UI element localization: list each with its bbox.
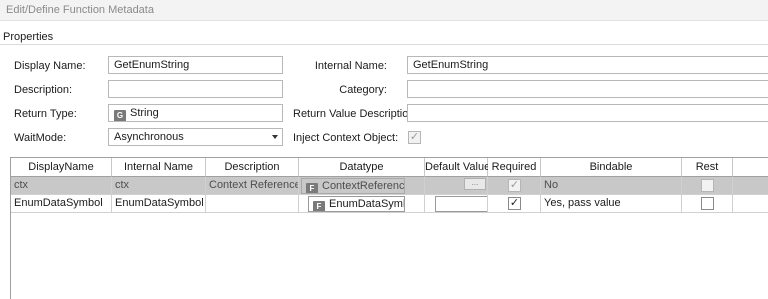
cell-rest[interactable]	[682, 177, 733, 195]
table-row[interactable]: ctx ctx Context Reference F ContextRefere…	[11, 177, 768, 195]
chevron-down-icon	[272, 135, 278, 139]
description-label: Description:	[14, 84, 73, 96]
cell-internal-name[interactable]: ctx	[112, 177, 206, 195]
cell-internal-name[interactable]: EnumDataSymbol	[112, 195, 206, 213]
type-badge-icon: G	[114, 110, 126, 121]
cell-required[interactable]: ✓	[488, 177, 541, 195]
return-value-description-field[interactable]	[407, 104, 768, 122]
cell-default-value[interactable]: ...	[425, 177, 488, 195]
cell-description[interactable]: Context Reference	[206, 177, 299, 195]
type-badge-icon: F	[306, 183, 318, 193]
category-field[interactable]	[407, 80, 768, 98]
ellipsis-button[interactable]: ...	[464, 178, 486, 190]
cell-description[interactable]	[206, 195, 299, 213]
rest-checkbox[interactable]	[701, 179, 714, 192]
column-header-internal-name[interactable]: Internal Name	[112, 158, 206, 177]
rest-checkbox[interactable]	[701, 197, 714, 210]
category-label: Category:	[339, 84, 387, 96]
cell-default-value[interactable]	[425, 195, 488, 213]
datatype-field[interactable]: F ContextReference	[301, 178, 405, 194]
parameters-grid: DisplayName Internal Name Description Da…	[10, 157, 768, 299]
cell-filler	[733, 195, 768, 213]
wait-mode-value: Asynchronous	[114, 131, 184, 143]
cell-display-name[interactable]: EnumDataSymbol	[11, 195, 112, 213]
cell-datatype[interactable]: F EnumDataSymbol	[299, 195, 425, 213]
column-header-datatype[interactable]: Datatype	[299, 158, 425, 177]
properties-divider	[0, 44, 768, 45]
return-type-value: String	[130, 107, 159, 119]
datatype-value: ContextReference	[322, 180, 405, 192]
inject-context-object-checkbox[interactable]: ✓	[408, 131, 421, 144]
required-checkbox[interactable]: ✓	[508, 179, 521, 192]
required-checkbox[interactable]: ✓	[508, 197, 521, 210]
table-row[interactable]: EnumDataSymbol EnumDataSymbol F EnumDataS…	[11, 195, 768, 213]
column-header-filler	[733, 158, 768, 177]
wait-mode-select[interactable]: Asynchronous	[108, 128, 283, 146]
internal-name-label: Internal Name:	[314, 60, 387, 72]
column-header-bindable[interactable]: Bindable	[541, 158, 682, 177]
return-value-description-label: Return Value Description:	[293, 108, 418, 120]
column-header-display-name[interactable]: DisplayName	[11, 158, 112, 177]
column-header-rest[interactable]: Rest	[682, 158, 733, 177]
cell-datatype[interactable]: F ContextReference	[299, 177, 425, 195]
type-badge-icon: F	[313, 201, 325, 211]
column-header-required[interactable]: Required	[488, 158, 541, 177]
display-name-label: Display Name:	[14, 60, 86, 72]
datatype-field[interactable]: F EnumDataSymbol	[308, 196, 405, 212]
cell-display-name[interactable]: ctx	[11, 177, 112, 195]
return-type-field[interactable]: G String	[108, 104, 283, 122]
column-header-default-value[interactable]: Default Value	[425, 158, 490, 177]
internal-name-field[interactable]: GetEnumString	[407, 56, 768, 74]
inject-context-object-label: Inject Context Object:	[293, 132, 399, 144]
cell-rest[interactable]	[682, 195, 733, 213]
column-header-description[interactable]: Description	[206, 158, 299, 177]
wait-mode-label: WaitMode:	[14, 132, 67, 144]
default-value-field[interactable]	[435, 196, 487, 212]
cell-bindable[interactable]: Yes, pass value	[541, 195, 682, 213]
cell-bindable[interactable]: No	[541, 177, 682, 195]
cell-required[interactable]: ✓	[488, 195, 541, 213]
cell-filler	[733, 177, 768, 195]
return-type-label: Return Type:	[14, 108, 77, 120]
display-name-field[interactable]: GetEnumString	[108, 56, 283, 74]
properties-group-label: Properties	[3, 31, 54, 43]
datatype-value: EnumDataSymbol	[329, 198, 404, 210]
description-field[interactable]	[108, 80, 283, 98]
window-title: Edit/Define Function Metadata	[0, 0, 768, 21]
